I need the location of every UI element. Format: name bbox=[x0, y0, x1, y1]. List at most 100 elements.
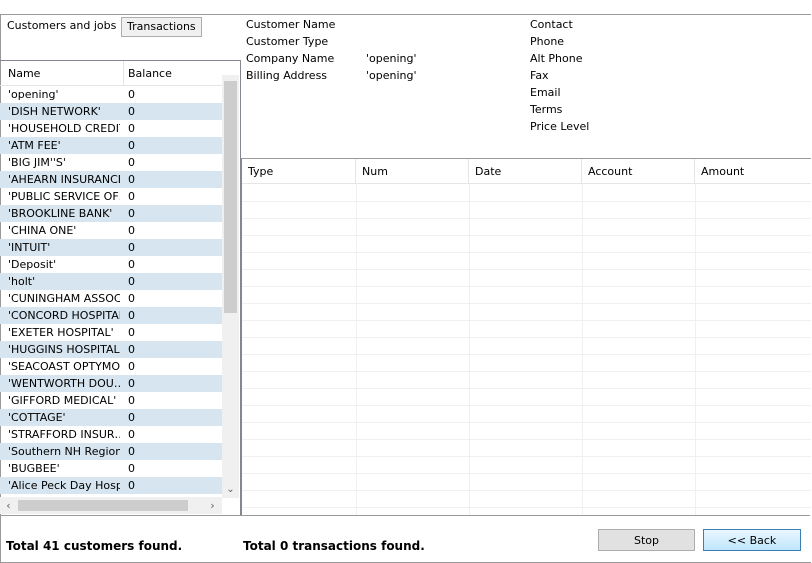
scroll-right-arrow-icon[interactable]: › bbox=[204, 497, 221, 514]
grid-line bbox=[242, 422, 811, 423]
grid-line bbox=[356, 184, 357, 516]
customer-name: 'CUNINGHAM ASSOC… bbox=[8, 292, 120, 305]
customer-type-label: Customer Type bbox=[246, 35, 329, 48]
list-item[interactable]: 'SEACOAST OPTYMO… 0 bbox=[0, 358, 222, 375]
list-item[interactable]: 'HUGGINS HOSPITAL' 0 bbox=[0, 341, 222, 358]
column-header-num[interactable]: Num bbox=[356, 159, 469, 183]
list-item[interactable]: 'BROOKLINE BANK' 0 bbox=[0, 205, 222, 222]
list-item[interactable]: 'DISH NETWORK' 0 bbox=[0, 103, 222, 120]
billing-address-value: 'opening' bbox=[366, 69, 417, 82]
customer-name: 'DISH NETWORK' bbox=[8, 105, 101, 118]
fax-label: Fax bbox=[530, 69, 549, 82]
list-item[interactable]: 'INTUIT' 0 bbox=[0, 239, 222, 256]
customer-name: 'COTTAGE' bbox=[8, 411, 66, 424]
contact-label: Contact bbox=[530, 18, 573, 31]
customer-name-label: Customer Name bbox=[246, 18, 336, 31]
customer-balance: 0 bbox=[128, 88, 135, 101]
grid-line bbox=[242, 507, 811, 508]
list-item[interactable]: 'holt' 0 bbox=[0, 273, 222, 290]
list-item[interactable]: 'BUGBEE' 0 bbox=[0, 460, 222, 477]
list-item[interactable]: 'CONCORD HOSPITAL' 0 bbox=[0, 307, 222, 324]
customer-name: 'ATM FEE' bbox=[8, 139, 61, 152]
stop-button[interactable]: Stop bbox=[598, 529, 695, 551]
list-item[interactable]: 'COTTAGE' 0 bbox=[0, 409, 222, 426]
customer-name: 'WENTWORTH DOU… bbox=[8, 377, 120, 390]
transactions-header: Type Num Date Account Amount bbox=[242, 159, 811, 184]
billing-address-label: Billing Address bbox=[246, 69, 328, 82]
customer-name: 'Deposit' bbox=[8, 258, 57, 271]
customer-name: 'BIG JIM''S' bbox=[8, 156, 66, 169]
grid-line bbox=[242, 473, 811, 474]
customer-name: 'BUGBEE' bbox=[8, 462, 60, 475]
customer-balance: 0 bbox=[128, 241, 135, 254]
tab-strip: Customers and jobs Transactions bbox=[0, 14, 240, 62]
list-item[interactable]: 'AHEARN INSURANCE' 0 bbox=[0, 171, 222, 188]
column-header-name[interactable]: Name bbox=[8, 61, 122, 85]
list-item[interactable]: 'EXETER HOSPITAL' 0 bbox=[0, 324, 222, 341]
tab-transactions[interactable]: Transactions bbox=[121, 17, 202, 37]
grid-line bbox=[242, 286, 811, 287]
list-item[interactable]: 'GIFFORD MEDICAL' 0 bbox=[0, 392, 222, 409]
tab-customers-and-jobs[interactable]: Customers and jobs bbox=[2, 16, 122, 36]
customers-count-status: Total 41 customers found. bbox=[6, 539, 183, 553]
column-header-type[interactable]: Type bbox=[242, 159, 356, 183]
horizontal-scrollbar[interactable]: ‹ › bbox=[0, 497, 222, 514]
customer-name: 'Alice Peck Day Hospi… bbox=[8, 479, 120, 492]
customer-name: 'INTUIT' bbox=[8, 241, 51, 254]
customer-name: 'holt' bbox=[8, 275, 36, 288]
list-item[interactable]: 'HOUSEHOLD CREDIT' 0 bbox=[0, 120, 222, 137]
grid-line bbox=[242, 371, 811, 372]
grid-line bbox=[242, 201, 811, 202]
customer-name: 'BROOKLINE BANK' bbox=[8, 207, 113, 220]
customer-balance: 0 bbox=[128, 360, 135, 373]
price-level-label: Price Level bbox=[530, 120, 590, 133]
list-item[interactable]: 'opening' 0 bbox=[0, 86, 222, 103]
transactions-grid[interactable] bbox=[242, 184, 811, 516]
list-item[interactable]: 'Alice Peck Day Hospi… 0 bbox=[0, 477, 222, 494]
customer-name: 'EXETER HOSPITAL' bbox=[8, 326, 114, 339]
grid-line bbox=[242, 354, 811, 355]
list-item[interactable]: 'CHINA ONE' 0 bbox=[0, 222, 222, 239]
customer-name: 'HUGGINS HOSPITAL' bbox=[8, 343, 120, 356]
customer-name: 'Southern NH Region… bbox=[8, 445, 120, 458]
terms-label: Terms bbox=[530, 103, 563, 116]
list-item[interactable]: 'PUBLIC SERVICE OF… 0 bbox=[0, 188, 222, 205]
email-label: Email bbox=[530, 86, 561, 99]
column-header-date[interactable]: Date bbox=[469, 159, 582, 183]
company-name-label: Company Name bbox=[246, 52, 335, 65]
customer-balance: 0 bbox=[128, 224, 135, 237]
list-item[interactable]: 'CUNINGHAM ASSOC… 0 bbox=[0, 290, 222, 307]
customer-name: 'CHINA ONE' bbox=[8, 224, 77, 237]
customer-balance: 0 bbox=[128, 173, 135, 186]
transactions-table: Type Num Date Account Amount bbox=[241, 158, 811, 516]
alt-phone-label: Alt Phone bbox=[530, 52, 583, 65]
list-item[interactable]: 'STRAFFORD INSUR… 0 bbox=[0, 426, 222, 443]
customer-balance: 0 bbox=[128, 156, 135, 169]
grid-line bbox=[695, 184, 696, 516]
customer-name: 'STRAFFORD INSUR… bbox=[8, 428, 120, 441]
customer-balance: 0 bbox=[128, 309, 135, 322]
customer-name: 'CONCORD HOSPITAL' bbox=[8, 309, 120, 322]
customer-name: 'HOUSEHOLD CREDIT' bbox=[8, 122, 120, 135]
vertical-scroll-thumb[interactable] bbox=[224, 81, 237, 313]
back-button[interactable]: << Back bbox=[703, 529, 801, 551]
list-item[interactable]: 'ATM FEE' 0 bbox=[0, 137, 222, 154]
customer-balance: 0 bbox=[128, 139, 135, 152]
column-header-amount[interactable]: Amount bbox=[695, 159, 811, 183]
customer-name: 'opening' bbox=[8, 88, 59, 101]
list-item[interactable]: 'Southern NH Region… 0 bbox=[0, 443, 222, 460]
customer-balance: 0 bbox=[128, 105, 135, 118]
scroll-left-arrow-icon[interactable]: ‹ bbox=[0, 497, 17, 514]
list-item[interactable]: 'BIG JIM''S' 0 bbox=[0, 154, 222, 171]
grid-line bbox=[242, 490, 811, 491]
list-item[interactable]: 'Deposit' 0 bbox=[0, 256, 222, 273]
column-header-account[interactable]: Account bbox=[582, 159, 695, 183]
column-header-balance[interactable]: Balance bbox=[128, 61, 218, 85]
customer-balance: 0 bbox=[128, 377, 135, 390]
grid-line bbox=[242, 439, 811, 440]
horizontal-scroll-thumb[interactable] bbox=[18, 500, 188, 511]
scroll-down-arrow-icon[interactable]: ⌄ bbox=[222, 481, 239, 498]
vertical-scrollbar[interactable]: ⌄ bbox=[222, 75, 239, 498]
customer-name: 'AHEARN INSURANCE' bbox=[8, 173, 120, 186]
list-item[interactable]: 'WENTWORTH DOU… 0 bbox=[0, 375, 222, 392]
